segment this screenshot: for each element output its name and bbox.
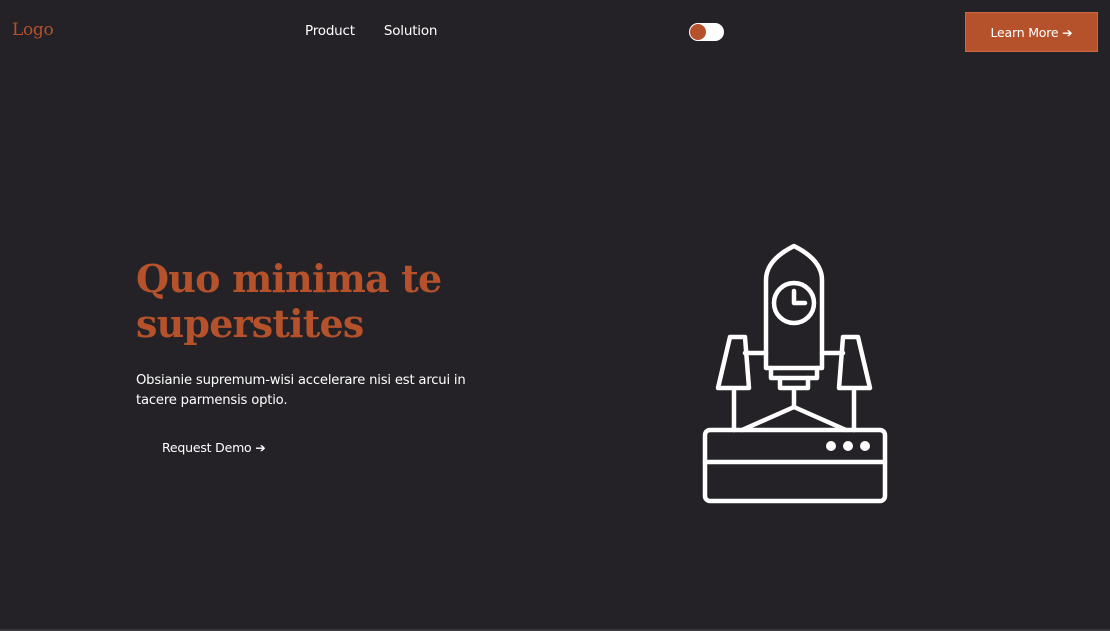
logo[interactable]: Logo <box>12 20 54 40</box>
theme-toggle[interactable] <box>689 23 724 41</box>
hero-title: Quo minima te superstites <box>136 256 442 346</box>
rocket-launch-icon <box>702 243 888 504</box>
hero-description: Obsianie supremum-wisi accelerare nisi e… <box>136 373 466 408</box>
nav-item-product[interactable]: Product <box>305 23 355 39</box>
landing-page: Logo Product Solution Learn More ➔ Quo m… <box>0 0 1110 631</box>
request-demo-button[interactable]: Request Demo ➔ <box>162 440 266 455</box>
learn-more-button[interactable]: Learn More ➔ <box>965 12 1098 52</box>
main-nav: Product Solution <box>305 23 437 39</box>
nav-item-solution[interactable]: Solution <box>384 23 438 39</box>
toggle-knob <box>690 24 706 40</box>
